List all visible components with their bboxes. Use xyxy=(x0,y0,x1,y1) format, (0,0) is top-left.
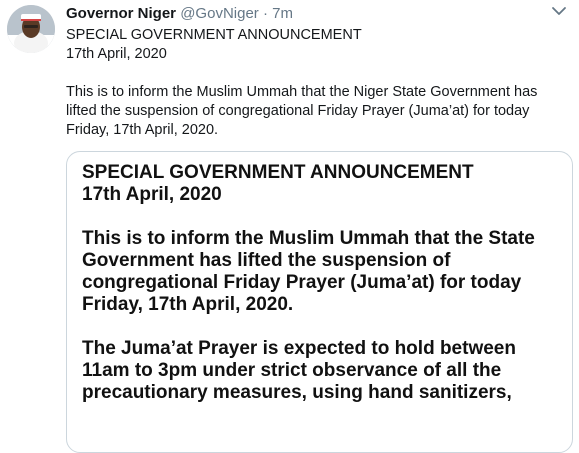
tweet[interactable]: Governor Niger @GovNiger · 7m SPECIAL GO… xyxy=(0,0,579,453)
user-avatar-icon xyxy=(7,5,55,53)
announcement-line: congregational Friday Prayer (Juma’at) f… xyxy=(82,272,522,293)
announcement-image-text: SPECIAL GOVERNMENT ANNOUNCEMENT 17th Apr… xyxy=(82,162,562,404)
announcement-line: precautionary measures, using hand sanit… xyxy=(82,382,512,403)
tweet-text-line: SPECIAL GOVERNMENT ANNOUNCEMENT xyxy=(66,27,362,43)
tweet-text-line: This is to inform the Muslim Ummah that … xyxy=(66,84,538,100)
tweet-text-line: lifted the suspension of congregational … xyxy=(66,103,530,119)
tweet-content: Governor Niger @GovNiger · 7m SPECIAL GO… xyxy=(66,5,552,140)
timestamp[interactable]: 7m xyxy=(272,5,293,22)
tweet-text-line: 17th April, 2020 xyxy=(66,46,167,62)
announcement-gap xyxy=(82,206,562,228)
announcement-line: Government has lifted the suspension of xyxy=(82,250,451,271)
announcement-line: Friday, 17th April, 2020. xyxy=(82,294,294,315)
tweet-text: SPECIAL GOVERNMENT ANNOUNCEMENT 17th Apr… xyxy=(66,26,552,140)
tweet-header: Governor Niger @GovNiger · 7m xyxy=(66,5,552,23)
tweet-text-line: Friday, 17th April, 2020. xyxy=(66,122,219,138)
user-handle[interactable]: @GovNiger xyxy=(180,5,259,22)
announcement-line: The Juma’at Prayer is expected to hold b… xyxy=(82,338,516,359)
chevron-down-icon xyxy=(552,7,566,15)
announcement-line: This is to inform the Muslim Ummah that … xyxy=(82,228,535,249)
announcement-gap xyxy=(82,316,562,338)
tweet-menu-button[interactable] xyxy=(549,3,569,19)
avatar[interactable] xyxy=(7,5,55,53)
media-image[interactable]: SPECIAL GOVERNMENT ANNOUNCEMENT 17th Apr… xyxy=(66,151,573,453)
display-name[interactable]: Governor Niger xyxy=(66,5,176,22)
announcement-line: SPECIAL GOVERNMENT ANNOUNCEMENT xyxy=(82,162,474,183)
separator-dot: · xyxy=(262,5,268,22)
announcement-line: 17th April, 2020 xyxy=(82,184,222,205)
announcement-line: 11am to 3pm under strict observance of a… xyxy=(82,360,502,381)
